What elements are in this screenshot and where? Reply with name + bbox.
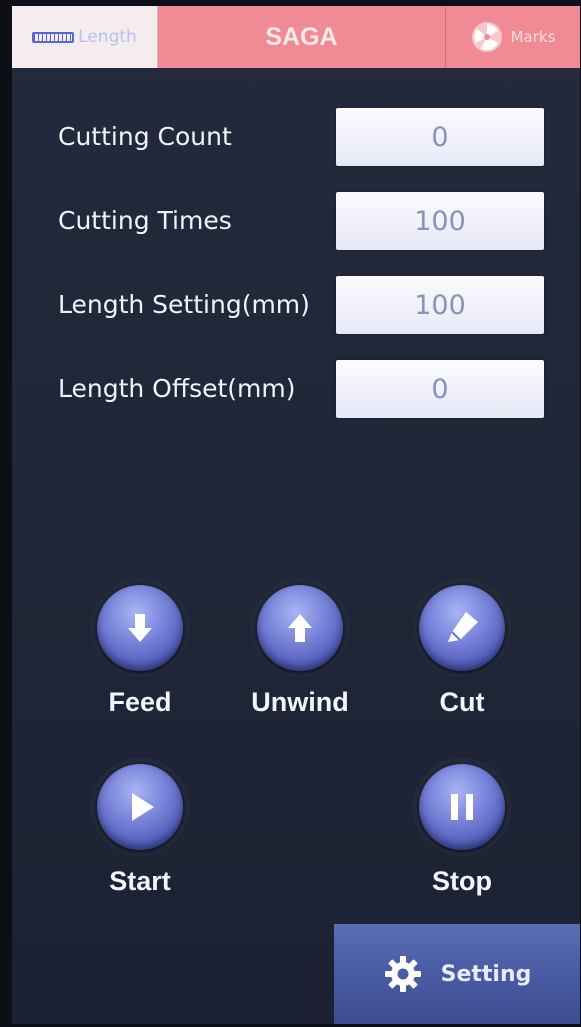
unwind-label: Unwind — [251, 687, 349, 717]
tab-marks[interactable]: Marks — [446, 6, 580, 68]
feed-button[interactable] — [91, 579, 189, 677]
start-label: Start — [109, 866, 171, 896]
unwind-button[interactable] — [251, 579, 349, 677]
cutting-count-field[interactable]: 0 — [336, 108, 544, 166]
feed-label: Feed — [108, 687, 172, 717]
unwind-control: Unwind — [230, 579, 370, 718]
setting-label: Setting — [440, 961, 532, 987]
stop-label: Stop — [432, 866, 492, 896]
length-setting-label: Length Setting(mm) — [58, 290, 310, 319]
tab-marks-label: Marks — [510, 28, 556, 46]
arrow-up-icon — [288, 614, 312, 642]
marks-icon — [471, 22, 502, 52]
param-row-length-setting: Length Setting(mm) 100 — [12, 276, 580, 336]
length-setting-field[interactable]: 100 — [336, 276, 544, 334]
stop-control: Stop — [392, 758, 532, 897]
param-row-cutting-count: Cutting Count 0 — [12, 108, 580, 168]
pause-icon — [451, 794, 473, 820]
start-control: Start — [70, 758, 210, 897]
arrow-down-icon — [128, 614, 152, 642]
stop-button[interactable] — [413, 758, 511, 856]
hmi-screen: Length SAGA Marks Cutting Count 0 Cuttin… — [12, 6, 580, 1024]
start-button[interactable] — [91, 758, 189, 856]
knife-icon — [448, 612, 478, 642]
param-row-cutting-times: Cutting Times 100 — [12, 192, 580, 252]
cutting-times-field[interactable]: 100 — [336, 192, 544, 250]
feed-control: Feed — [70, 579, 210, 718]
app-title: SAGA — [158, 6, 446, 68]
param-row-length-offset: Length Offset(mm) 0 — [12, 360, 580, 420]
setting-button[interactable]: Setting — [334, 924, 580, 1024]
play-icon — [132, 793, 154, 821]
length-offset-field[interactable]: 0 — [336, 360, 544, 418]
ruler-icon — [32, 31, 75, 43]
cut-control: Cut — [392, 579, 532, 718]
length-offset-label: Length Offset(mm) — [58, 374, 296, 403]
cutting-times-label: Cutting Times — [58, 206, 232, 235]
cutting-count-label: Cutting Count — [58, 122, 232, 151]
top-tab-bar: Length SAGA Marks — [12, 6, 580, 68]
tab-length-label: Length — [78, 27, 137, 47]
cut-label: Cut — [439, 687, 485, 717]
gear-icon — [384, 956, 421, 992]
tab-length[interactable]: Length — [12, 6, 158, 68]
cut-button[interactable] — [413, 579, 511, 677]
